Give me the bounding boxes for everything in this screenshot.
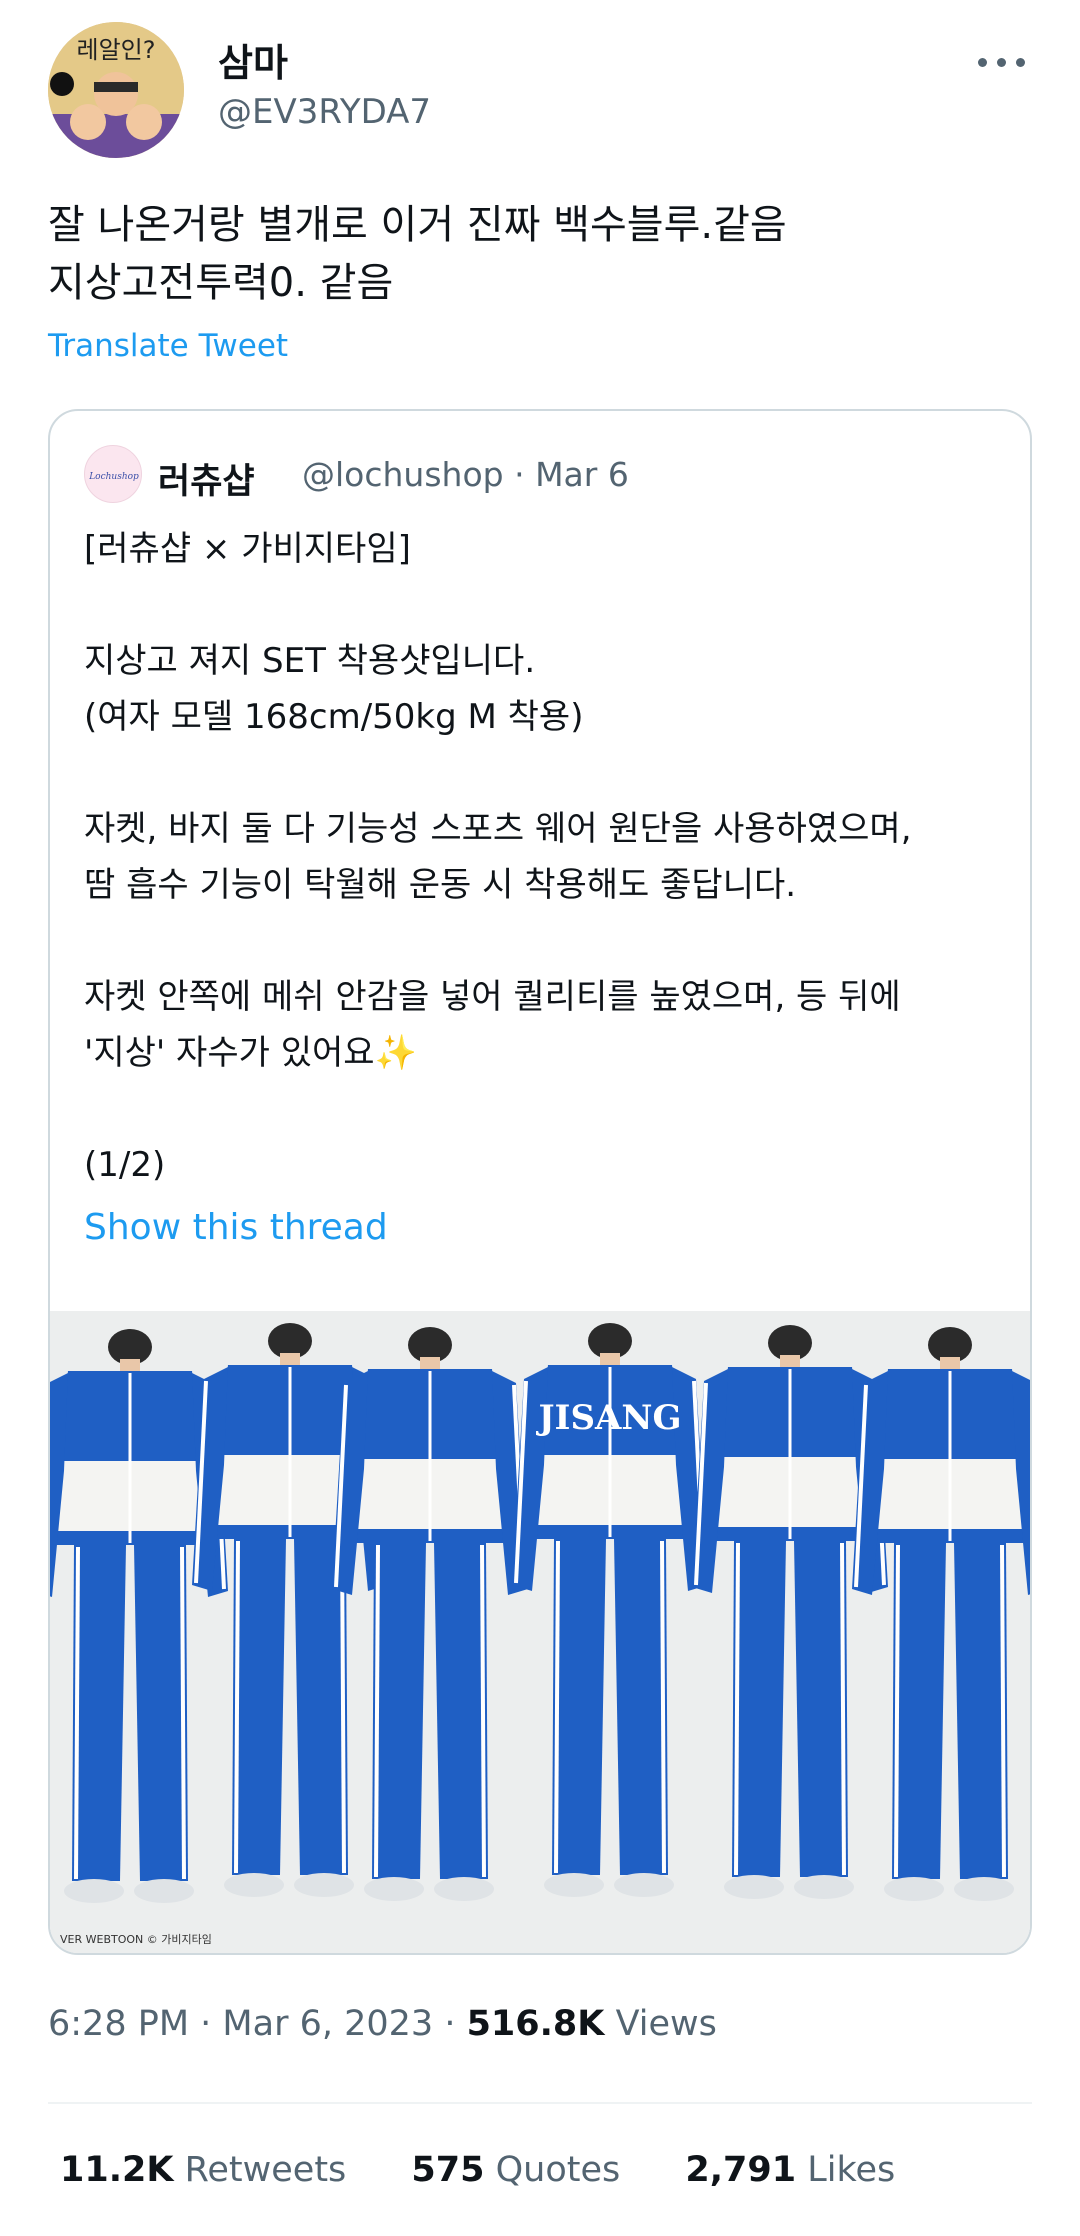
quotes-stat[interactable]: 575 Quotes: [411, 2150, 620, 2190]
quoted-avatar-logo: Lochushop: [88, 472, 139, 482]
author-avatar[interactable]: 레알인?: [48, 22, 184, 158]
avatar-caption: 레알인?: [77, 36, 156, 64]
avatar-image: 레알인?: [48, 22, 184, 158]
tweet-author: 레알인? 삼마 @EV3RYDA7: [48, 22, 1032, 162]
likes-label: Likes: [807, 2150, 896, 2190]
views-label: Views: [615, 2004, 717, 2044]
quotes-count: 575: [411, 2150, 485, 2190]
likes-count: 2,791: [685, 2150, 797, 2190]
more-options-icon[interactable]: [972, 40, 1032, 80]
retweets-label: Retweets: [184, 2150, 347, 2190]
tracksuit-photo: JISANG: [50, 1311, 1030, 1953]
tweet-date: Mar 6, 2023: [222, 2004, 434, 2044]
tweet-time: 6:28 PM: [48, 2004, 190, 2044]
image-credit: VER WEBTOON © 가비지타임: [60, 1933, 212, 1946]
divider: [48, 2102, 1032, 2104]
quoted-tweet-photo[interactable]: JISANG VER WEBTOON © 가비지타임: [50, 1311, 1030, 1953]
show-thread-link[interactable]: Show this thread: [84, 1207, 388, 1248]
author-display-name[interactable]: 삼마: [218, 32, 288, 87]
jacket-back-text: JISANG: [535, 1398, 681, 1438]
quoted-author-handle: @lochushop: [302, 455, 504, 494]
tweet-text: 잘 나온거랑 별개로 이거 진짜 백수블루.같음 지상고전투력0. 같음: [48, 202, 787, 306]
quoted-tweet-card[interactable]: Lochushop 러츄샵 @lochushop · Mar 6 [러츄샵 × …: [48, 409, 1032, 1955]
retweets-count: 11.2K: [60, 2150, 174, 2190]
tweet-meta: 6:28 PM · Mar 6, 2023 · 516.8K Views: [48, 2004, 717, 2044]
views-count: 516.8K: [466, 2004, 605, 2044]
quoted-date: Mar 6: [535, 455, 629, 494]
author-handle[interactable]: @EV3RYDA7: [218, 92, 431, 132]
quoted-tweet-text: [러츄샵 × 가비지타임] 지상고 져지 SET 착용샷입니다. (여자 모델 …: [84, 529, 912, 1185]
translate-tweet-link[interactable]: Translate Tweet: [48, 328, 288, 364]
quoted-author-avatar: Lochushop: [84, 445, 142, 503]
engagement-stats: 11.2K Retweets 575 Quotes 2,791 Likes: [60, 2150, 949, 2190]
quoted-tweet-header: Lochushop 러츄샵 @lochushop · Mar 6: [84, 445, 984, 505]
quoted-author-name: 러츄샵: [158, 462, 255, 502]
likes-stat[interactable]: 2,791 Likes: [685, 2150, 895, 2190]
quotes-label: Quotes: [495, 2150, 621, 2190]
quoted-author-meta: @lochushop · Mar 6: [302, 455, 629, 494]
retweets-stat[interactable]: 11.2K Retweets: [60, 2150, 346, 2190]
